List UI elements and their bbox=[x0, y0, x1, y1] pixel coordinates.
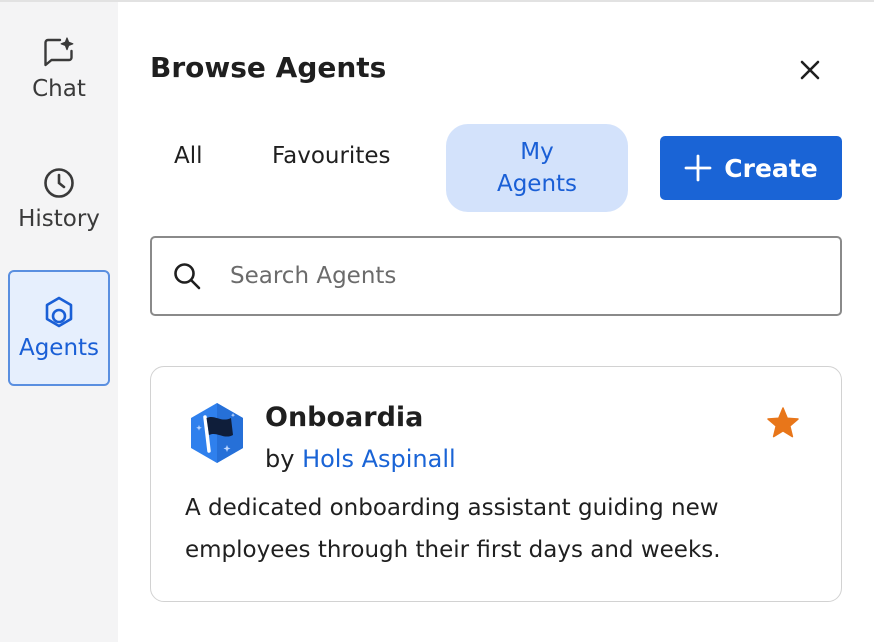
page-title: Browse Agents bbox=[150, 51, 387, 84]
close-icon bbox=[800, 60, 820, 80]
create-button-label: Create bbox=[724, 153, 818, 183]
byline-prefix: by bbox=[265, 445, 295, 473]
agent-description: A dedicated onboarding assistant guiding… bbox=[185, 495, 721, 563]
sidebar-item-agents[interactable]: Agents bbox=[8, 270, 110, 386]
chat-sparkle-icon bbox=[41, 35, 77, 71]
sidebar-item-label: Agents bbox=[18, 335, 100, 361]
favourite-star-icon[interactable] bbox=[765, 405, 801, 441]
agent-name: Onboardia bbox=[265, 402, 424, 433]
agent-card[interactable]: Onboardia by Hols Aspinall A dedicated o… bbox=[150, 366, 842, 602]
tab-my-agents[interactable]: My Agents bbox=[446, 124, 628, 212]
browse-agents-panel: Browse Agents All Favourites My Agents C… bbox=[118, 2, 874, 642]
sidebar-item-history[interactable]: History bbox=[8, 152, 110, 246]
browse-agents-window: Chat History Agents Browse Agents All Fa… bbox=[0, 0, 874, 642]
agent-filter-tabs: All Favourites My Agents bbox=[150, 124, 650, 214]
sidebar: Chat History Agents bbox=[0, 2, 118, 642]
search-input[interactable] bbox=[228, 262, 792, 290]
flag-hexagon-icon bbox=[187, 401, 247, 465]
agent-byline: by Hols Aspinall bbox=[265, 443, 456, 475]
plus-icon bbox=[684, 154, 712, 182]
sidebar-item-label: History bbox=[18, 206, 100, 232]
tab-favourites[interactable]: Favourites bbox=[272, 140, 390, 172]
agent-author-link[interactable]: Hols Aspinall bbox=[302, 445, 456, 473]
create-agent-button[interactable]: Create bbox=[660, 136, 842, 200]
sidebar-item-label: Chat bbox=[32, 76, 86, 102]
search-box bbox=[150, 236, 842, 316]
tab-all[interactable]: All bbox=[174, 140, 203, 172]
agents-icon bbox=[41, 294, 77, 330]
clock-icon bbox=[41, 165, 77, 201]
close-button[interactable] bbox=[792, 54, 828, 86]
sidebar-item-chat[interactable]: Chat bbox=[8, 22, 110, 116]
search-icon bbox=[172, 261, 212, 291]
